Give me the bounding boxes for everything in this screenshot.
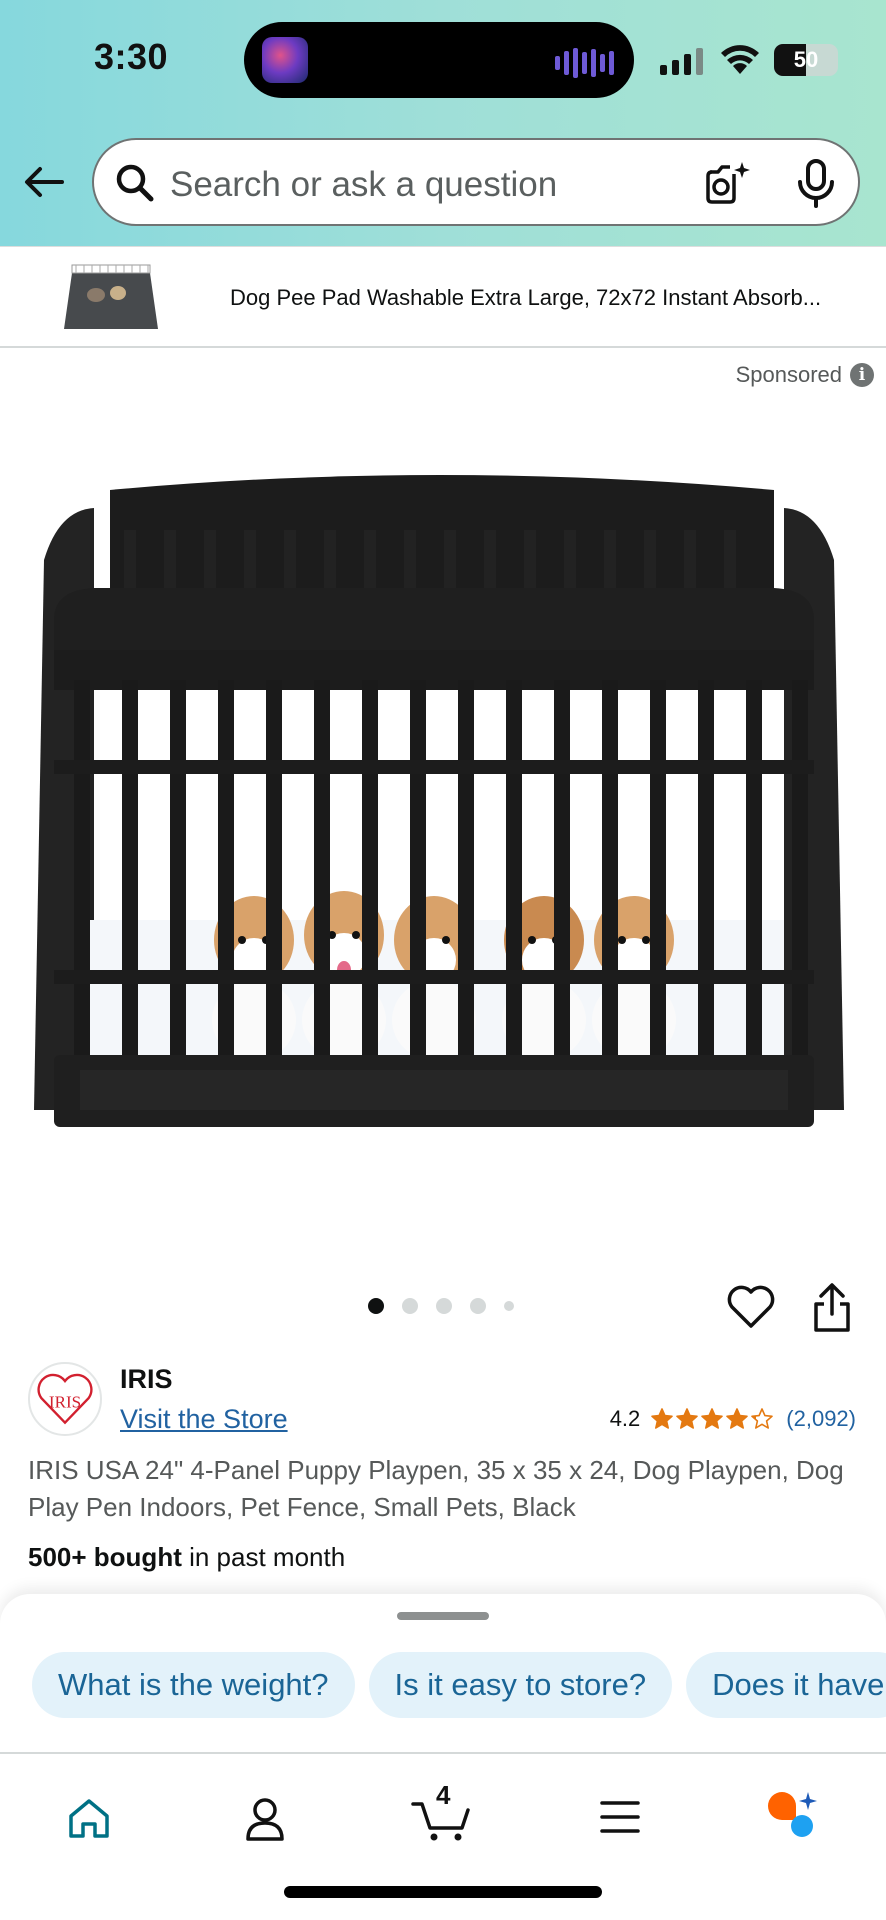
battery-icon: 50 (774, 44, 838, 76)
brand-name: IRIS (120, 1364, 173, 1394)
star-icon (676, 1408, 699, 1429)
dynamic-island[interactable] (244, 22, 634, 98)
question-chip[interactable]: Is it easy to store? (368, 1652, 673, 1718)
microphone-icon[interactable] (794, 158, 838, 210)
pagination-dot[interactable] (436, 1298, 452, 1314)
bought-in-past-month: 500+ bought in past month (28, 1542, 345, 1573)
pee-pad-thumbnail (64, 264, 158, 329)
bought-count: 500+ bought (28, 1542, 182, 1572)
info-icon[interactable]: i (850, 363, 874, 387)
menu-icon[interactable] (600, 1800, 640, 1834)
pagination-dot[interactable] (402, 1298, 418, 1314)
question-chips: What is the weight? Is it easy to store?… (32, 1652, 886, 1718)
bought-suffix: in past month (181, 1542, 346, 1572)
rating-row[interactable]: 4.2 (2,092) (610, 1406, 856, 1432)
pagination-dot[interactable] (470, 1298, 486, 1314)
visit-store-link[interactable]: Visit the Store (120, 1404, 288, 1435)
search-input[interactable]: Search or ask a question (170, 165, 557, 205)
battery-percent: 50 (793, 47, 819, 72)
product-title: IRIS USA 24" 4-Panel Puppy Playpen, 35 x… (28, 1455, 844, 1522)
heart-icon[interactable] (726, 1284, 776, 1330)
cellular-signal-icon (660, 48, 703, 75)
brand-logo-text: IRIS (49, 1393, 81, 1412)
sponsored-text: Sponsored (735, 362, 842, 387)
search-icon (116, 164, 154, 202)
account-icon[interactable] (244, 1796, 286, 1842)
pagination-dot[interactable] (504, 1301, 514, 1311)
status-time: 3:30 (94, 36, 169, 77)
cart-button[interactable]: 4 (410, 1780, 474, 1844)
sticky-product-title[interactable]: Dog Pee Pad Washable Extra Large, 72x72 … (230, 285, 850, 311)
home-indicator[interactable] (284, 1886, 602, 1898)
star-icon (726, 1408, 749, 1429)
audio-waveform-icon (555, 48, 614, 78)
camera-lens-icon[interactable] (702, 158, 752, 208)
sheet-grabber[interactable] (397, 1612, 489, 1620)
star-rating (650, 1407, 774, 1431)
cart-count: 4 (436, 1780, 451, 1810)
review-count[interactable]: (2,092) (786, 1406, 856, 1432)
question-chip[interactable]: What is the weight? (32, 1652, 355, 1718)
sticky-product-header[interactable]: Dog Pee Pad Washable Extra Large, 72x72 … (0, 246, 886, 348)
rufus-ai-icon[interactable] (764, 1790, 824, 1840)
sponsored-label[interactable]: Sponsored i (736, 362, 874, 388)
pagination-dot[interactable] (368, 1298, 384, 1314)
ask-questions-sheet: What is the weight? Is it easy to store?… (0, 1594, 886, 1754)
status-bar: 3:30 50 (0, 0, 886, 120)
star-icon (701, 1408, 724, 1429)
home-icon[interactable] (66, 1796, 112, 1840)
star-icon (751, 1408, 774, 1429)
product-image[interactable] (14, 470, 860, 1140)
now-playing-artwork (262, 37, 308, 83)
wifi-icon (721, 45, 759, 74)
image-pagination[interactable] (368, 1298, 514, 1314)
star-icon (651, 1408, 674, 1429)
search-bar[interactable]: Search or ask a question (92, 138, 860, 226)
back-arrow-icon[interactable] (22, 160, 66, 204)
question-chip[interactable]: Does it have (686, 1652, 886, 1718)
share-icon[interactable] (810, 1282, 854, 1334)
brand-logo[interactable]: IRIS (28, 1362, 102, 1436)
rating-value: 4.2 (609, 1406, 641, 1431)
